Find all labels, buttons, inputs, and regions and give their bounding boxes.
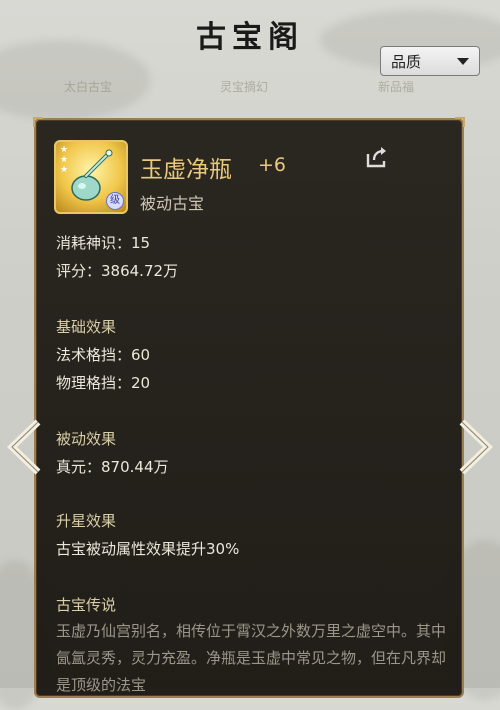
section-title-passive: 被动效果 xyxy=(56,430,117,448)
corner-ornament xyxy=(455,117,465,127)
item-upgrade-level: +6 xyxy=(258,154,287,176)
share-icon[interactable] xyxy=(364,144,390,170)
lore-text: 玉虚乃仙宫别名，相传位于霄汉之外数万里之虚空中。其中氤氲灵秀，灵力充盈。净瓶是玉… xyxy=(56,622,447,694)
corner-ornament xyxy=(33,117,43,127)
passive-effect-line: 真元：870.44万 xyxy=(56,458,169,476)
bg-tab-1[interactable]: 太白古宝 xyxy=(64,78,112,95)
item-icon: ★ ★ ★ 级 xyxy=(54,140,128,214)
rank-badge: 级 xyxy=(106,192,124,210)
basic-effect-line: 物理格挡：20 xyxy=(56,374,151,392)
basic-effect-line: 法术格挡：60 xyxy=(56,346,151,364)
section-title-basic: 基础效果 xyxy=(56,318,117,336)
divine-sense-cost: 消耗神识：15 xyxy=(56,234,151,252)
chevron-right-icon[interactable] xyxy=(456,418,496,476)
item-type: 被动古宝 xyxy=(140,194,205,213)
score: 评分：3864.72万 xyxy=(56,262,179,280)
star-effect-line: 古宝被动属性效果提升30% xyxy=(56,540,240,558)
triangle-down-icon xyxy=(457,58,469,65)
section-title-star: 升星效果 xyxy=(56,512,117,530)
item-detail-panel: ★ ★ ★ 级 玉虚净瓶 +6 被动古宝 消耗神识：15 评分：3864.72万… xyxy=(33,117,465,698)
section-title-lore: 古宝传说 xyxy=(56,596,117,614)
bg-tab-3[interactable]: 新品福 xyxy=(378,78,414,95)
bg-tab-2[interactable]: 灵宝摘幻 xyxy=(220,78,268,95)
item-name: 玉虚净瓶 xyxy=(140,157,232,183)
quality-dropdown-label: 品质 xyxy=(391,52,422,71)
chevron-left-icon[interactable] xyxy=(4,418,44,476)
quality-dropdown[interactable]: 品质 xyxy=(380,46,480,76)
